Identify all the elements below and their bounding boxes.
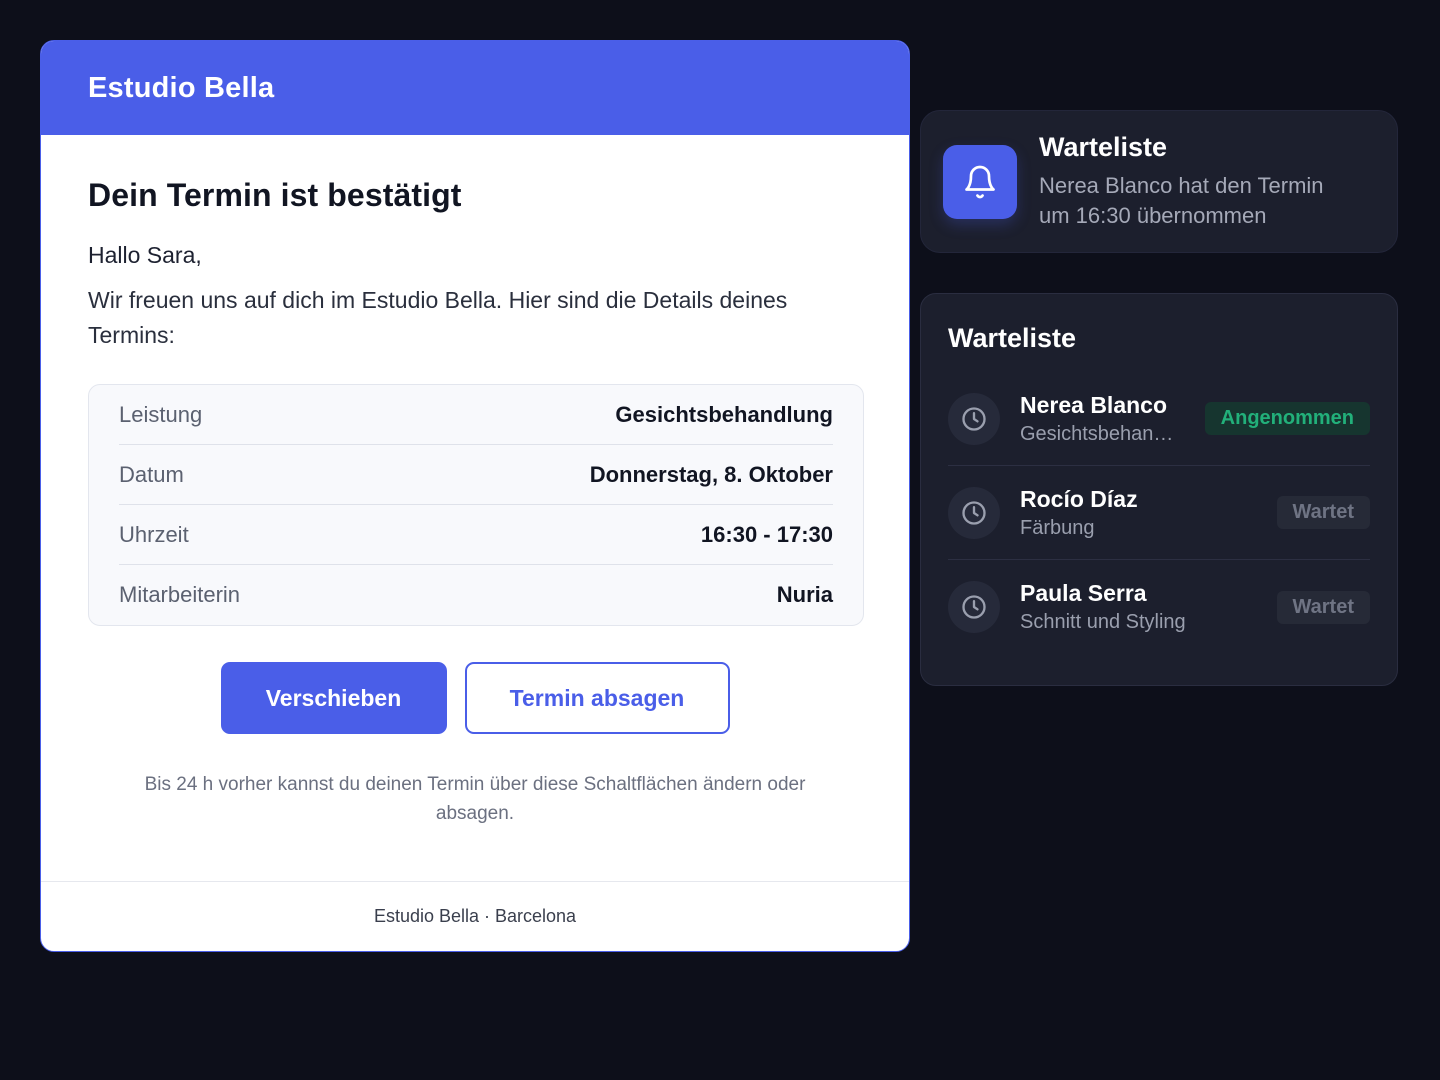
status-badge: Wartet xyxy=(1276,496,1370,529)
detail-row-date: Datum Donnerstag, 8. Oktober xyxy=(119,445,833,505)
notification-title: Warteliste xyxy=(1039,132,1168,162)
appointment-details: Leistung Gesichtsbehandlung Datum Donner… xyxy=(88,384,864,626)
list-item[interactable]: Nerea Blanco Gesichtsbehandlung Angenomm… xyxy=(948,372,1370,466)
waitlist-title: Warteliste xyxy=(948,323,1077,353)
bell-icon xyxy=(943,144,1017,219)
detail-label: Mitarbeiterin xyxy=(119,582,241,607)
list-item[interactable]: Rocío Díaz Färbung Wartet xyxy=(948,466,1370,560)
list-item-text: Nerea Blanco Gesichtsbehandlung xyxy=(1020,392,1205,446)
client-name: Paula Serra xyxy=(1020,580,1147,606)
clock-icon xyxy=(948,581,1000,633)
notification-message: Nerea Blanco hat den Termin um 16:30 übe… xyxy=(1039,173,1324,228)
list-item[interactable]: Paula Serra Schnitt und Styling Wartet xyxy=(948,560,1370,654)
detail-row-time: Uhrzeit 16:30 - 17:30 xyxy=(119,505,833,565)
clock-icon xyxy=(948,486,1000,539)
status-badge: Angenommen xyxy=(1204,402,1370,435)
reschedule-button[interactable]: Verschieben xyxy=(220,662,447,734)
detail-label: Leistung xyxy=(119,401,203,427)
email-actions: Verschieben Termin absagen xyxy=(88,662,862,734)
brand-name: Estudio Bella xyxy=(88,71,275,104)
waitlist-list: Nerea Blanco Gesichtsbehandlung Angenomm… xyxy=(948,372,1370,654)
client-name: Nerea Blanco xyxy=(1020,391,1168,418)
list-item-text: Paula Serra Schnitt und Styling xyxy=(1020,580,1277,634)
client-service: Gesichtsbehandlung xyxy=(1020,422,1180,445)
app-stage: Estudio Bella Dein Termin ist bestätigt … xyxy=(0,0,1440,1080)
client-service: Färbung xyxy=(1020,516,1095,539)
notification-text: Warteliste Nerea Blanco hat den Termin u… xyxy=(1039,132,1359,231)
confirmation-email: Estudio Bella Dein Termin ist bestätigt … xyxy=(40,40,910,952)
cancel-appointment-button[interactable]: Termin absagen xyxy=(464,662,730,734)
client-name: Rocío Díaz xyxy=(1020,485,1138,512)
detail-label: Uhrzeit xyxy=(119,521,189,547)
clock-icon xyxy=(948,392,1000,445)
email-headline: Dein Termin ist bestätigt xyxy=(88,177,462,213)
client-service: Schnitt und Styling xyxy=(1020,611,1186,633)
email-footer: Estudio Bella · Barcelona xyxy=(41,881,909,951)
email-body: Dein Termin ist bestätigt Hallo Sara, Wi… xyxy=(41,135,909,828)
waitlist-notification[interactable]: Warteliste Nerea Blanco hat den Termin u… xyxy=(920,110,1398,253)
detail-value: Nuria xyxy=(776,582,833,607)
email-greeting: Hallo Sara, xyxy=(88,242,202,268)
detail-label: Datum xyxy=(119,461,184,487)
email-header: Estudio Bella xyxy=(41,41,909,135)
detail-value: 16:30 - 17:30 xyxy=(700,521,833,547)
detail-row-service: Leistung Gesichtsbehandlung xyxy=(119,385,833,445)
email-intro: Wir freuen uns auf dich im Estudio Bella… xyxy=(88,287,788,348)
detail-value: Donnerstag, 8. Oktober xyxy=(589,461,833,487)
change-hint: Bis 24 h vorher kannst du deinen Termin … xyxy=(144,774,806,824)
waitlist-panel: Warteliste Nerea Blanco Gesichtsbehandlu… xyxy=(920,293,1398,686)
status-badge: Wartet xyxy=(1276,590,1370,624)
detail-value: Gesichtsbehandlung xyxy=(615,401,833,427)
list-item-text: Rocío Díaz Färbung xyxy=(1020,486,1277,540)
detail-row-staff: Mitarbeiterin Nuria xyxy=(119,565,833,625)
